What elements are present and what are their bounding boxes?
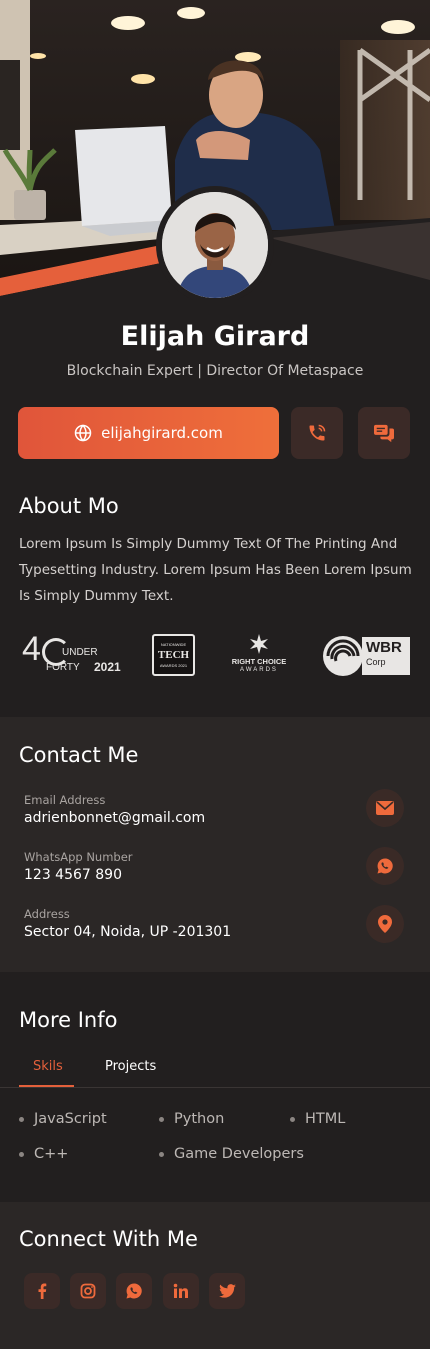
- active-tab-indicator: [19, 1085, 74, 1087]
- whatsapp-social-button[interactable]: [116, 1273, 152, 1309]
- tabs-divider: [0, 1087, 430, 1088]
- email-value: adrienbonnet@gmail.com: [24, 810, 206, 826]
- award-wbr-corp-logo: WBR Corp: [322, 635, 410, 677]
- profile-photo: [162, 192, 268, 298]
- location-pin-icon: [378, 915, 392, 933]
- connect-heading: Connect With Me: [19, 1227, 198, 1251]
- skill-item: C++: [19, 1146, 68, 1162]
- instagram-icon: [80, 1283, 96, 1299]
- website-link: elijahgirard.com: [101, 424, 223, 442]
- facebook-icon: [37, 1283, 47, 1299]
- awards-row: 4 UNDER FORTY 2021 NATIONWIDE TECH AWARD…: [18, 628, 412, 684]
- profile-role: Blockchain Expert | Director Of Metaspac…: [66, 363, 364, 379]
- skill-item: JavaScript: [19, 1111, 107, 1127]
- whatsapp-icon: [125, 1282, 143, 1300]
- website-button[interactable]: elijahgirard.com: [18, 407, 279, 459]
- chat-icon: [373, 423, 395, 443]
- tab-skills[interactable]: Skils: [33, 1059, 63, 1074]
- twitter-icon: [218, 1284, 236, 1298]
- message-button[interactable]: [358, 407, 410, 459]
- award-nationwide-tech-logo: NATIONWIDE TECH AWARDS 2021: [152, 634, 195, 676]
- whatsapp-icon: [376, 857, 394, 875]
- mail-icon: [376, 801, 394, 815]
- about-heading: About Mo: [19, 494, 119, 518]
- whatsapp-value: 123 4567 890: [24, 867, 122, 883]
- more-info-heading: More Info: [19, 1008, 118, 1032]
- whatsapp-label: WhatsApp Number: [24, 850, 133, 864]
- profile-name: Elijah Girard: [120, 321, 310, 352]
- hero-banner: [0, 0, 430, 300]
- award-right-choice-logo: RIGHT CHOICE AWARDS: [224, 632, 294, 680]
- globe-icon: [74, 424, 92, 442]
- skill-item: HTML: [290, 1111, 345, 1127]
- instagram-button[interactable]: [70, 1273, 106, 1309]
- skill-item: Python: [159, 1111, 224, 1127]
- about-text: Lorem Ipsum Is Simply Dummy Text Of The …: [19, 536, 412, 604]
- swirl-icon: [323, 636, 363, 676]
- facebook-button[interactable]: [24, 1273, 60, 1309]
- phone-icon: [307, 423, 327, 443]
- address-label: Address: [24, 907, 70, 921]
- profile-avatar: [156, 186, 274, 300]
- skill-item: Game Developers: [159, 1146, 304, 1162]
- linkedin-button[interactable]: [163, 1273, 199, 1309]
- email-button[interactable]: [366, 789, 404, 827]
- starburst-icon: [250, 634, 268, 654]
- linkedin-icon: [173, 1283, 189, 1299]
- call-button[interactable]: [291, 407, 343, 459]
- address-value: Sector 04, Noida, UP -201301: [24, 924, 232, 940]
- whatsapp-button[interactable]: [366, 847, 404, 885]
- contact-heading: Contact Me: [19, 743, 139, 767]
- location-button[interactable]: [366, 905, 404, 943]
- award-40-under-forty-logo: 4 UNDER FORTY 2021: [22, 630, 121, 674]
- twitter-button[interactable]: [209, 1273, 245, 1309]
- tab-projects[interactable]: Projects: [105, 1059, 156, 1074]
- email-label: Email Address: [24, 793, 106, 807]
